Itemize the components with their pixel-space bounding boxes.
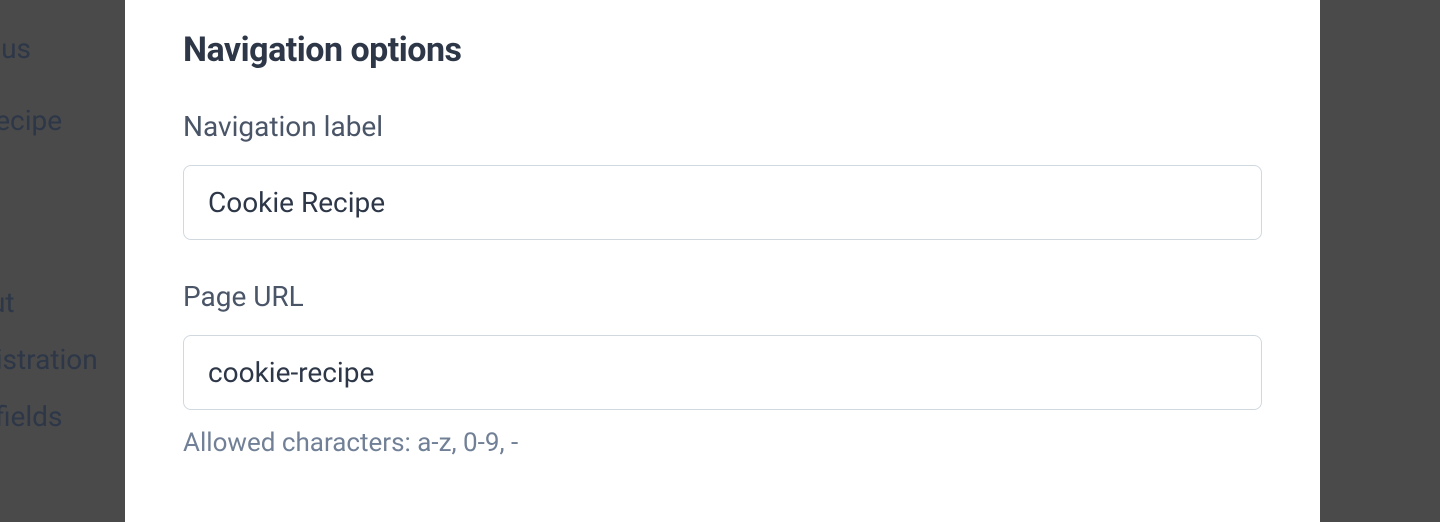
right-overlay-strip [1320,0,1440,522]
page-url-label: Page URL [183,280,1262,313]
sidebar-item[interactable]: gistration [0,331,125,388]
sidebar-background: t us Cookie Recipe ut gistration fields [0,0,125,522]
page-url-input[interactable] [183,335,1262,410]
sidebar-item[interactable]: t us [0,20,125,77]
page-url-field-group: Page URL Allowed characters: a-z, 0-9, - [183,280,1262,458]
sidebar-item[interactable]: Cookie Recipe [0,92,125,149]
sidebar-item[interactable]: fields [0,388,125,445]
sidebar-item[interactable]: ut [0,274,125,331]
navigation-label-field-group: Navigation label [183,110,1262,240]
section-title: Navigation options [183,30,1262,70]
navigation-label-input[interactable] [183,165,1262,240]
settings-modal: Navigation options Navigation label Page… [125,0,1320,522]
navigation-label-label: Navigation label [183,110,1262,143]
page-url-helper-text: Allowed characters: a-z, 0-9, - [183,428,1262,458]
